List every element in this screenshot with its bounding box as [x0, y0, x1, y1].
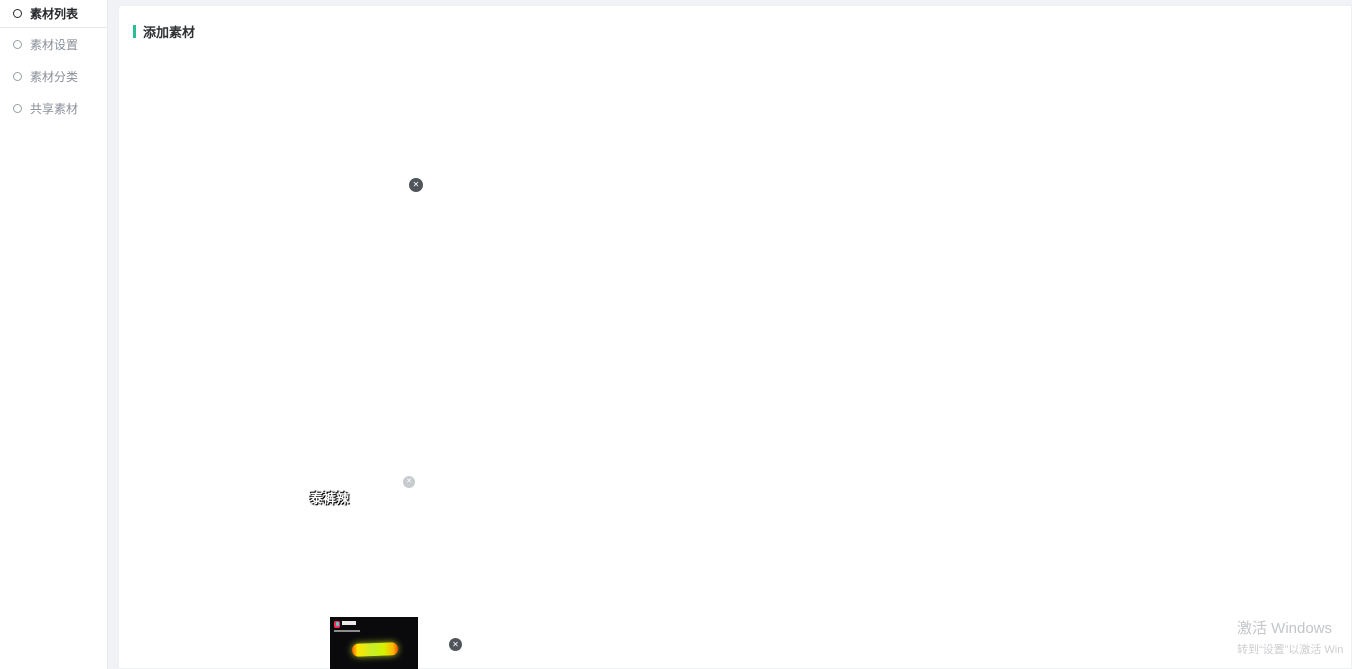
- page: 素材列表 素材设置 素材分类 共享素材 添加素材 *标题 *素材分类 素材库奖励…: [0, 0, 1352, 669]
- video-title-text: [342, 621, 356, 625]
- video-frame-highlight: [352, 642, 398, 657]
- douyin-logo-icon: [334, 621, 340, 628]
- sidebar: 素材列表 素材设置 素材分类 共享素材: [0, 0, 108, 669]
- sidebar-item-label: 素材列表: [30, 5, 78, 22]
- windows-activation-watermark: 激活 Windows 转到“设置”以激活 Win: [1237, 617, 1343, 657]
- video-remove-button close-icon[interactable]: ✕: [449, 638, 462, 651]
- page-header: 添加素材: [133, 22, 195, 41]
- main-panel: 添加素材: [118, 5, 1352, 669]
- sidebar-item-shared-material[interactable]: 共享素材: [0, 92, 107, 124]
- accent-bar: [133, 25, 136, 38]
- radio-icon: [13, 40, 22, 49]
- product-remove-button close-icon[interactable]: ✕: [409, 178, 423, 192]
- watermark-line1: 激活 Windows: [1237, 617, 1343, 638]
- video-thumbnail[interactable]: [330, 617, 418, 669]
- radio-icon: [13, 9, 22, 18]
- sidebar-item-label: 共享素材: [30, 100, 78, 117]
- caption: 泰裤辣: [310, 488, 349, 507]
- video-subtitle-text: [334, 630, 360, 632]
- watermark-line2: 转到“设置”以激活 Win: [1237, 641, 1343, 657]
- sidebar-item-label: 素材设置: [30, 36, 78, 53]
- radio-icon: [13, 72, 22, 81]
- radio-icon: [13, 104, 22, 113]
- sidebar-item-material-category[interactable]: 素材分类: [0, 60, 107, 92]
- image-remove-button close-icon[interactable]: ✕: [403, 476, 415, 488]
- sidebar-item-material-list[interactable]: 素材列表: [0, 0, 107, 28]
- sidebar-item-label: 素材分类: [30, 68, 78, 85]
- page-title: 添加素材: [143, 22, 195, 41]
- sidebar-item-material-settings[interactable]: 素材设置: [0, 28, 107, 60]
